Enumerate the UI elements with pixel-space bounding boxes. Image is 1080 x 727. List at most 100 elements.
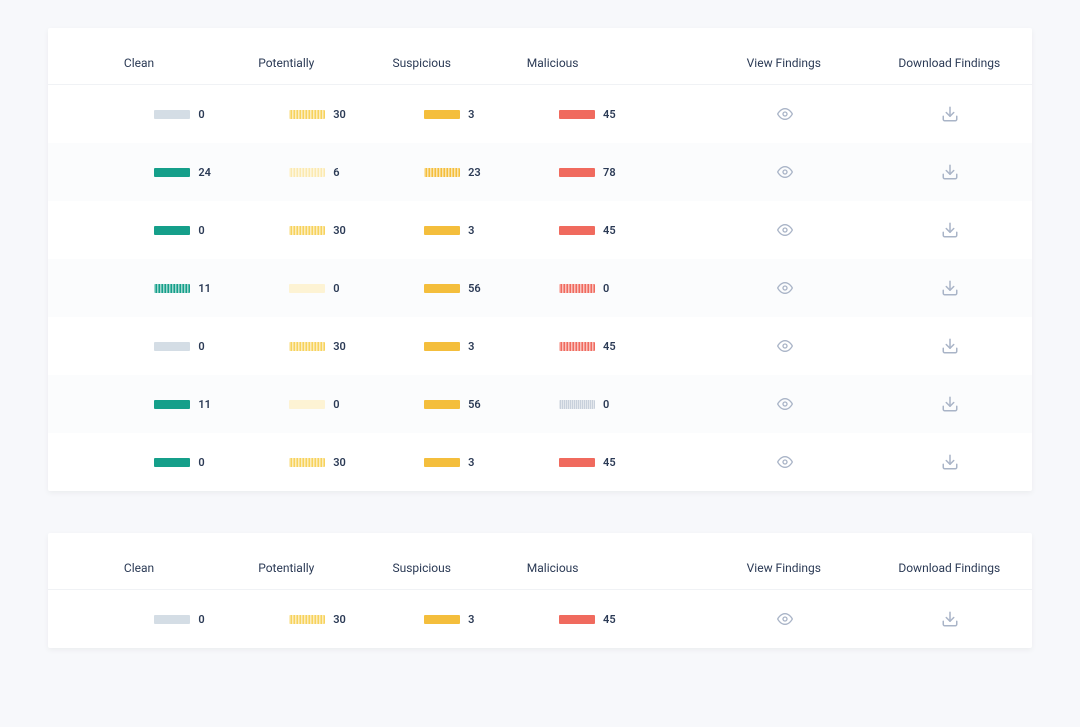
col-potentially: Potentially: [258, 56, 392, 70]
bar-malicious: [559, 458, 595, 467]
cell-potentially: 30: [258, 456, 393, 469]
eye-icon[interactable]: [775, 221, 795, 239]
download-icon[interactable]: [940, 337, 960, 355]
value-potentially: 30: [333, 456, 351, 469]
bar-clean: [154, 342, 190, 351]
bar-potentially: [289, 110, 325, 119]
cell-potentially: 6: [258, 166, 393, 179]
bar-clean: [154, 226, 190, 235]
col-malicious: Malicious: [527, 56, 661, 70]
cell-clean: 11: [123, 282, 258, 295]
cell-suspicious: 3: [393, 108, 528, 121]
cell-malicious: 0: [528, 282, 663, 295]
bar-suspicious: [424, 615, 460, 624]
eye-icon[interactable]: [775, 337, 795, 355]
bar-potentially: [289, 400, 325, 409]
bar-malicious: [559, 342, 595, 351]
cell-clean: 0: [123, 340, 258, 353]
value-malicious: 45: [603, 224, 621, 237]
col-view: View Findings: [701, 56, 866, 70]
bar-malicious: [559, 226, 595, 235]
value-suspicious: 56: [468, 282, 486, 295]
download-icon[interactable]: [940, 279, 960, 297]
table-row: 11 0 56 0: [48, 259, 1032, 317]
cell-malicious: 45: [528, 108, 663, 121]
cell-suspicious: 3: [393, 456, 528, 469]
eye-icon[interactable]: [775, 453, 795, 471]
col-view: View Findings: [701, 561, 866, 575]
bar-clean: [154, 110, 190, 119]
bar-suspicious: [424, 342, 460, 351]
bar-malicious: [559, 168, 595, 177]
download-icon[interactable]: [940, 610, 960, 628]
cell-malicious: 45: [528, 340, 663, 353]
download-icon[interactable]: [940, 105, 960, 123]
value-suspicious: 56: [468, 398, 486, 411]
cell-clean: 0: [123, 613, 258, 626]
bar-clean: [154, 284, 190, 293]
value-suspicious: 3: [468, 456, 486, 469]
table-row: 24 6 23 78: [48, 143, 1032, 201]
value-clean: 0: [198, 456, 216, 469]
cell-potentially: 30: [258, 224, 393, 237]
download-icon[interactable]: [940, 163, 960, 181]
cell-clean: 0: [123, 224, 258, 237]
bar-malicious: [559, 284, 595, 293]
eye-icon[interactable]: [775, 610, 795, 628]
bar-clean: [154, 400, 190, 409]
value-malicious: 45: [603, 613, 621, 626]
eye-icon[interactable]: [775, 279, 795, 297]
bar-clean: [154, 458, 190, 467]
bar-suspicious: [424, 226, 460, 235]
col-malicious: Malicious: [527, 561, 661, 575]
value-malicious: 0: [603, 398, 621, 411]
value-malicious: 45: [603, 108, 621, 121]
table-header: Clean Potentially Suspicious Malicious V…: [48, 28, 1032, 85]
col-suspicious: Suspicious: [393, 561, 527, 575]
bar-potentially: [289, 168, 325, 177]
download-icon[interactable]: [940, 395, 960, 413]
value-clean: 0: [198, 108, 216, 121]
eye-icon[interactable]: [775, 163, 795, 181]
findings-table: Clean Potentially Suspicious Malicious V…: [48, 28, 1032, 491]
bar-malicious: [559, 110, 595, 119]
bar-suspicious: [424, 110, 460, 119]
bar-potentially: [289, 615, 325, 624]
value-suspicious: 23: [468, 166, 486, 179]
cell-suspicious: 3: [393, 613, 528, 626]
cell-suspicious: 3: [393, 340, 528, 353]
value-clean: 0: [198, 224, 216, 237]
value-suspicious: 3: [468, 108, 486, 121]
cell-potentially: 30: [258, 613, 393, 626]
eye-icon[interactable]: [775, 395, 795, 413]
value-potentially: 30: [333, 224, 351, 237]
cell-clean: 0: [123, 108, 258, 121]
download-icon[interactable]: [940, 221, 960, 239]
value-malicious: 0: [603, 282, 621, 295]
table-row: 0 30 3 45: [48, 317, 1032, 375]
value-clean: 11: [198, 398, 216, 411]
bar-potentially: [289, 284, 325, 293]
bar-clean: [154, 168, 190, 177]
bar-potentially: [289, 226, 325, 235]
value-suspicious: 3: [468, 224, 486, 237]
cell-potentially: 0: [258, 398, 393, 411]
bar-suspicious: [424, 284, 460, 293]
cell-malicious: 78: [528, 166, 663, 179]
cell-malicious: 45: [528, 224, 663, 237]
cell-clean: 24: [123, 166, 258, 179]
value-potentially: 0: [333, 398, 351, 411]
table-row: 0 30 3 45: [48, 201, 1032, 259]
cell-clean: 0: [123, 456, 258, 469]
download-icon[interactable]: [940, 453, 960, 471]
bar-potentially: [289, 342, 325, 351]
table-row: 0 30 3 45: [48, 590, 1032, 648]
cell-malicious: 45: [528, 613, 663, 626]
col-clean: Clean: [124, 56, 258, 70]
cell-suspicious: 56: [393, 282, 528, 295]
bar-suspicious: [424, 458, 460, 467]
eye-icon[interactable]: [775, 105, 795, 123]
bar-suspicious: [424, 400, 460, 409]
value-malicious: 45: [603, 340, 621, 353]
col-clean: Clean: [124, 561, 258, 575]
